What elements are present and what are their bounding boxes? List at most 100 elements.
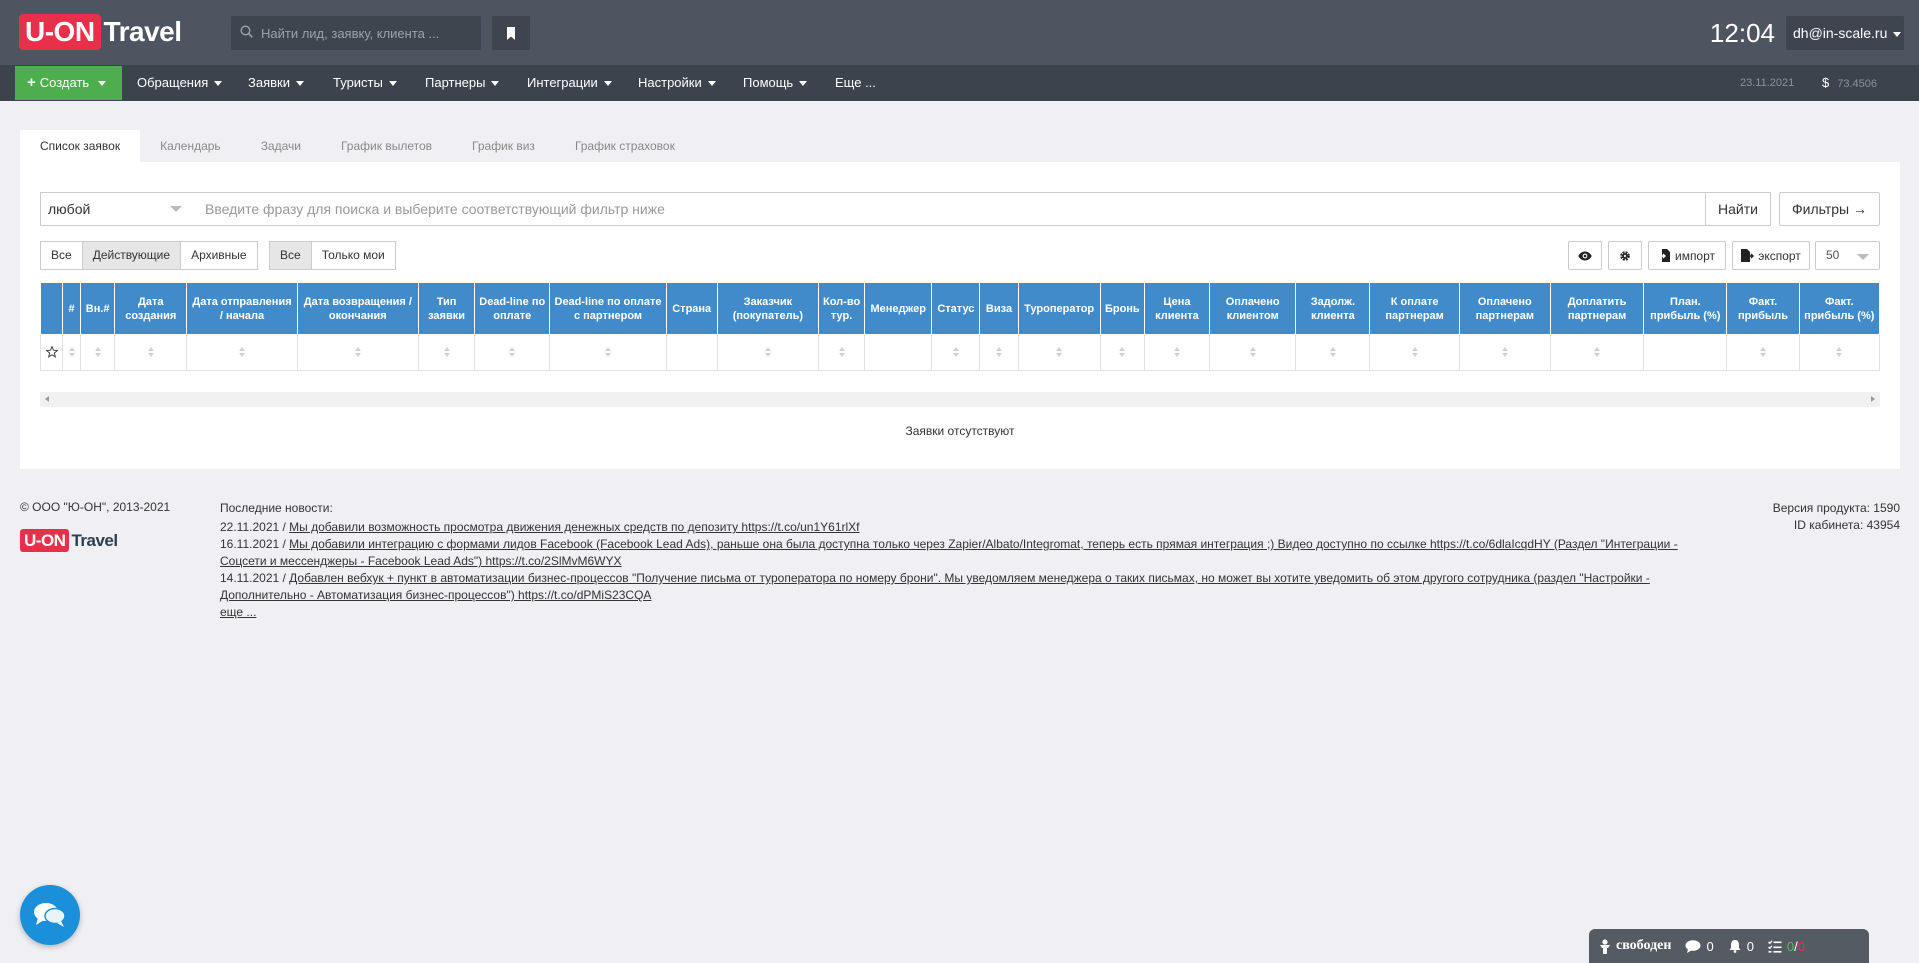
page-size-select[interactable]: 50	[1815, 241, 1880, 270]
column-header[interactable]: Задолж. клиента	[1295, 282, 1371, 335]
tasks-counter[interactable]: 0 / 0	[1767, 939, 1805, 954]
column-header[interactable]: Оплачено партнерам	[1458, 282, 1551, 335]
status-active-button[interactable]: Действующие	[81, 241, 182, 270]
scroll-right-icon[interactable]	[1871, 396, 1875, 402]
tab-tasks[interactable]: Задачи	[241, 130, 321, 162]
sort-icon[interactable]	[1835, 346, 1843, 357]
export-label: экспорт	[1758, 248, 1801, 263]
sort-icon[interactable]	[1759, 346, 1767, 357]
favorite-filter-cell[interactable]	[39, 334, 64, 371]
sort-icon[interactable]	[952, 346, 960, 357]
table-settings-button[interactable]	[1608, 241, 1642, 270]
news-link[interactable]: Мы добавили интеграцию с формами лидов F…	[220, 537, 1678, 568]
column-header[interactable]: Тип заявки	[417, 282, 476, 335]
nav-item-requests[interactable]: Обращения	[137, 65, 223, 101]
table-horizontal-scrollbar[interactable]	[40, 392, 1880, 407]
sort-icon[interactable]	[443, 346, 451, 357]
sort-icon[interactable]	[1329, 346, 1337, 357]
sort-icon[interactable]	[838, 346, 846, 357]
news-link[interactable]: Добавлен вебхук + пункт в автоматизации …	[220, 571, 1650, 602]
column-header[interactable]: Доплатить партнерам	[1549, 282, 1645, 335]
sort-icon[interactable]	[508, 346, 516, 357]
column-header[interactable]: Dead-line по оплате с партнером	[549, 282, 667, 335]
bookmarks-button[interactable]	[492, 16, 530, 50]
owner-all-button[interactable]: Все	[269, 241, 312, 270]
column-header[interactable]: Вн.#	[80, 282, 116, 335]
messages-counter[interactable]: 0	[1685, 939, 1714, 954]
nav-item-partners[interactable]: Партнеры	[425, 65, 500, 101]
column-header[interactable]: Бронь	[1099, 282, 1145, 335]
column-header[interactable]: Дата отправления / начала	[186, 282, 298, 335]
sort-icon[interactable]	[1055, 346, 1063, 357]
column-header[interactable]: Туроператор	[1017, 282, 1101, 335]
tab-calendar[interactable]: Календарь	[140, 130, 241, 162]
sort-icon[interactable]	[68, 346, 76, 357]
sort-icon[interactable]	[354, 346, 362, 357]
column-header[interactable]: Дата создания	[114, 282, 188, 335]
sort-icon[interactable]	[147, 346, 155, 357]
column-header[interactable]: #	[62, 282, 82, 335]
tab-visa-schedule[interactable]: График виз	[452, 130, 555, 162]
find-button[interactable]: Найти	[1705, 192, 1771, 226]
column-header[interactable]	[39, 282, 64, 335]
global-search-input[interactable]	[261, 25, 471, 41]
phrase-search-input[interactable]	[190, 192, 1726, 226]
import-button[interactable]: импорт	[1648, 241, 1726, 270]
column-header[interactable]: Виза	[979, 282, 1019, 335]
tab-flights-schedule[interactable]: График вылетов	[321, 130, 452, 162]
sort-icon[interactable]	[1173, 346, 1181, 357]
nav-item-integrations[interactable]: Интеграции	[527, 65, 612, 101]
column-header[interactable]: Статус	[931, 282, 981, 335]
sort-icon[interactable]	[764, 346, 772, 357]
chat-widget-button[interactable]	[20, 885, 80, 945]
nav-item-help[interactable]: Помощь	[743, 65, 808, 101]
scroll-left-icon[interactable]	[45, 396, 49, 402]
filter-cell	[549, 334, 667, 371]
search-type-select[interactable]: любой	[40, 192, 191, 226]
nav-item-orders[interactable]: Заявки	[248, 65, 304, 101]
column-header[interactable]: Факт. прибыль	[1726, 282, 1800, 335]
column-header[interactable]: Дата возвращения / окончания	[296, 282, 419, 335]
export-button[interactable]: экспорт	[1732, 241, 1810, 270]
notifications-counter[interactable]: 0	[1728, 939, 1754, 954]
column-header[interactable]: К оплате партнерам	[1369, 282, 1460, 335]
user-menu[interactable]: dh@in-scale.ru	[1786, 16, 1904, 50]
tab-insurance-schedule[interactable]: График страховок	[555, 130, 695, 162]
star-icon[interactable]	[44, 344, 59, 360]
sort-icon[interactable]	[1411, 346, 1419, 357]
sort-icon[interactable]	[1501, 346, 1509, 357]
status-all-button[interactable]: Все	[40, 241, 83, 270]
owner-mine-button[interactable]: Только мои	[310, 241, 396, 270]
sort-icon[interactable]	[1593, 346, 1601, 357]
sort-icon[interactable]	[94, 346, 102, 357]
column-header[interactable]: Заказчик (покупатель)	[716, 282, 820, 335]
status-archived-button[interactable]: Архивные	[180, 241, 258, 270]
filters-button[interactable]: Фильтры →	[1779, 192, 1880, 226]
plus-icon: +	[27, 74, 36, 91]
news-link[interactable]: Мы добавили возможность просмотра движен…	[289, 520, 859, 534]
column-header[interactable]: Страна	[665, 282, 718, 335]
column-header[interactable]: Менеджер	[864, 282, 933, 335]
tab-order-list[interactable]: Список заявок	[20, 130, 141, 162]
news-more-link[interactable]: еще ...	[220, 605, 256, 619]
sort-icon[interactable]	[604, 346, 612, 357]
app-logo[interactable]: U-ON Travel	[19, 14, 182, 50]
create-button[interactable]: + Создать	[15, 66, 122, 100]
column-header[interactable]: Цена клиента	[1143, 282, 1211, 335]
sort-icon[interactable]	[1118, 346, 1126, 357]
sort-icon[interactable]	[995, 346, 1003, 357]
column-header[interactable]: Факт. прибыль (%)	[1798, 282, 1881, 335]
sort-icon[interactable]	[1249, 346, 1257, 357]
news-date: 14.11.2021 /	[220, 571, 290, 585]
user-state[interactable]: свободен	[1599, 938, 1671, 954]
nav-item-more[interactable]: Еще ...	[835, 65, 876, 101]
sort-icon[interactable]	[238, 346, 246, 357]
nav-item-settings[interactable]: Настройки	[638, 65, 716, 101]
owner-filter-group: Все Только мои	[269, 241, 396, 270]
nav-item-tourists[interactable]: Туристы	[333, 65, 397, 101]
columns-visibility-button[interactable]	[1568, 241, 1602, 270]
column-header[interactable]: Dead-line по оплате	[474, 282, 551, 335]
column-header[interactable]: Кол-во тур.	[818, 282, 866, 335]
column-header[interactable]: Оплачено клиентом	[1209, 282, 1297, 335]
column-header[interactable]: План. прибыль (%)	[1643, 282, 1728, 335]
